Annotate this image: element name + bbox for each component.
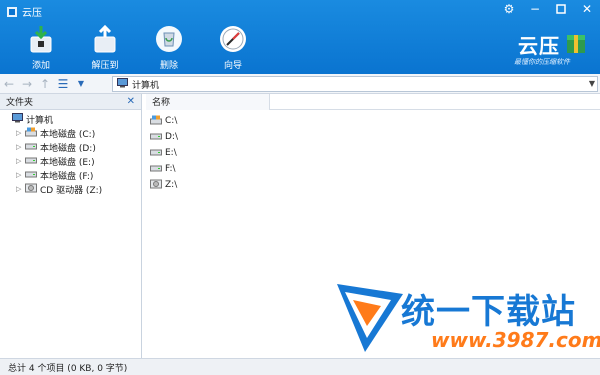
- column-name-header[interactable]: 名称: [146, 93, 270, 110]
- back-icon[interactable]: ←: [0, 75, 18, 93]
- extract-icon: [88, 22, 122, 56]
- main-toolbar: 添加 解压到 删除 向导: [20, 22, 254, 71]
- add-archive-icon: [24, 22, 58, 56]
- window-controls: ⚙ − ✕: [502, 2, 594, 16]
- tree-item-drive-c[interactable]: ▷ 本地磁盘 (C:): [0, 126, 141, 140]
- hard-drive-icon: [25, 155, 37, 168]
- expand-icon[interactable]: ▷: [16, 143, 22, 151]
- wizard-icon: [216, 22, 250, 56]
- up-icon[interactable]: ↑: [36, 75, 54, 93]
- delete-button[interactable]: 删除: [148, 22, 190, 71]
- expand-icon[interactable]: ▷: [16, 185, 22, 193]
- cd-drive-icon: [150, 179, 162, 192]
- tree-label: 本地磁盘 (C:): [40, 129, 96, 140]
- file-list: C:\ D:\ E:\ F:\ Z:\: [146, 110, 600, 193]
- expand-icon[interactable]: ▷: [16, 157, 22, 165]
- add-button[interactable]: 添加: [20, 22, 62, 71]
- folder-pane-title: 文件夹: [6, 98, 34, 108]
- computer-icon: [12, 112, 23, 126]
- delete-icon: [152, 22, 186, 56]
- close-icon[interactable]: ✕: [580, 2, 594, 16]
- close-pane-icon[interactable]: ✕: [127, 96, 135, 107]
- extract-button[interactable]: 解压到: [84, 22, 126, 71]
- folder-tree: 计算机 ▷ 本地磁盘 (C:) ▷ 本地磁盘 (D:) ▷ 本地磁盘 (E:) …: [0, 110, 141, 196]
- watermark: 统一下载站 www.3987.com: [335, 282, 600, 357]
- add-label: 添加: [31, 61, 50, 71]
- address-dropdown-icon[interactable]: ▼: [589, 79, 595, 88]
- computer-icon: [117, 77, 128, 91]
- file-name: C:\: [165, 116, 178, 126]
- brand-slogan: 最懂你的压缩软件: [514, 58, 570, 66]
- list-item[interactable]: E:\: [146, 145, 600, 161]
- watermark-title: 统一下载站: [401, 292, 576, 332]
- wizard-button[interactable]: 向导: [212, 22, 254, 71]
- list-item[interactable]: D:\: [146, 129, 600, 145]
- tree-label: 本地磁盘 (E:): [40, 157, 95, 168]
- file-name: F:\: [165, 164, 176, 174]
- watermark-url: www.3987.com: [431, 328, 600, 352]
- brand-package-icon: [564, 31, 588, 58]
- hard-drive-icon: [150, 131, 162, 144]
- hard-drive-icon: [150, 163, 162, 176]
- list-item[interactable]: Z:\: [146, 177, 600, 193]
- brand-name: 云压: [518, 34, 560, 58]
- app-title: 云压: [6, 4, 42, 19]
- system-drive-icon: [150, 115, 162, 128]
- file-name: Z:\: [165, 180, 178, 190]
- title-toolbar-band: 云压 ⚙ − ✕ 添加 解压到 删除 向导 云压 最懂你的压缩软件: [0, 0, 600, 74]
- tree-item-computer[interactable]: 计算机: [0, 112, 141, 126]
- chevron-down-icon[interactable]: ▼: [72, 75, 90, 93]
- hard-drive-icon: [150, 147, 162, 160]
- tree-label: 计算机: [26, 115, 54, 126]
- address-toolbar: ← → ↑ ☰ ▼ 计算机 ▼: [0, 74, 600, 94]
- gear-icon[interactable]: ⚙: [502, 2, 516, 16]
- tree-item-drive-d[interactable]: ▷ 本地磁盘 (D:): [0, 140, 141, 154]
- hard-drive-icon: [25, 141, 37, 154]
- expand-icon[interactable]: ▷: [16, 171, 22, 179]
- tree-item-drive-f[interactable]: ▷ 本地磁盘 (F:): [0, 168, 141, 182]
- address-input[interactable]: 计算机 ▼: [112, 76, 598, 92]
- folder-pane: 文件夹 ✕ 计算机 ▷ 本地磁盘 (C:) ▷ 本地磁盘 (D:) ▷ 本地磁盘…: [0, 94, 142, 358]
- tree-item-drive-z[interactable]: ▷ CD 驱动器 (Z:): [0, 182, 141, 196]
- folder-pane-header: 文件夹 ✕: [0, 94, 141, 110]
- list-item[interactable]: C:\: [146, 113, 600, 129]
- watermark-logo-icon: [335, 282, 405, 357]
- status-bar: 总计 4 个项目 (0 KB, 0 字节): [0, 358, 600, 375]
- hard-drive-icon: [25, 169, 37, 182]
- address-path: 计算机: [132, 80, 160, 91]
- column-header: 名称: [146, 93, 600, 110]
- forward-icon[interactable]: →: [18, 75, 36, 93]
- system-drive-icon: [25, 127, 37, 140]
- list-item[interactable]: F:\: [146, 161, 600, 177]
- app-logo-icon: [6, 6, 18, 18]
- minimize-icon[interactable]: −: [528, 2, 542, 16]
- status-text: 总计 4 个项目 (0 KB, 0 字节): [8, 363, 128, 374]
- maximize-icon[interactable]: [554, 2, 568, 16]
- cd-drive-icon: [25, 183, 37, 196]
- extract-label: 解压到: [91, 61, 119, 71]
- window-title: 云压: [22, 8, 42, 19]
- view-mode-icon[interactable]: ☰: [54, 75, 72, 93]
- brand: 云压: [518, 30, 588, 59]
- expand-icon[interactable]: ▷: [16, 129, 22, 137]
- tree-label: 本地磁盘 (D:): [40, 143, 96, 154]
- tree-label: 本地磁盘 (F:): [40, 171, 94, 182]
- tree-item-drive-e[interactable]: ▷ 本地磁盘 (E:): [0, 154, 141, 168]
- delete-label: 删除: [159, 61, 178, 71]
- tree-label: CD 驱动器 (Z:): [40, 185, 103, 196]
- file-name: E:\: [165, 148, 177, 158]
- wizard-label: 向导: [223, 61, 242, 71]
- file-name: D:\: [165, 132, 178, 142]
